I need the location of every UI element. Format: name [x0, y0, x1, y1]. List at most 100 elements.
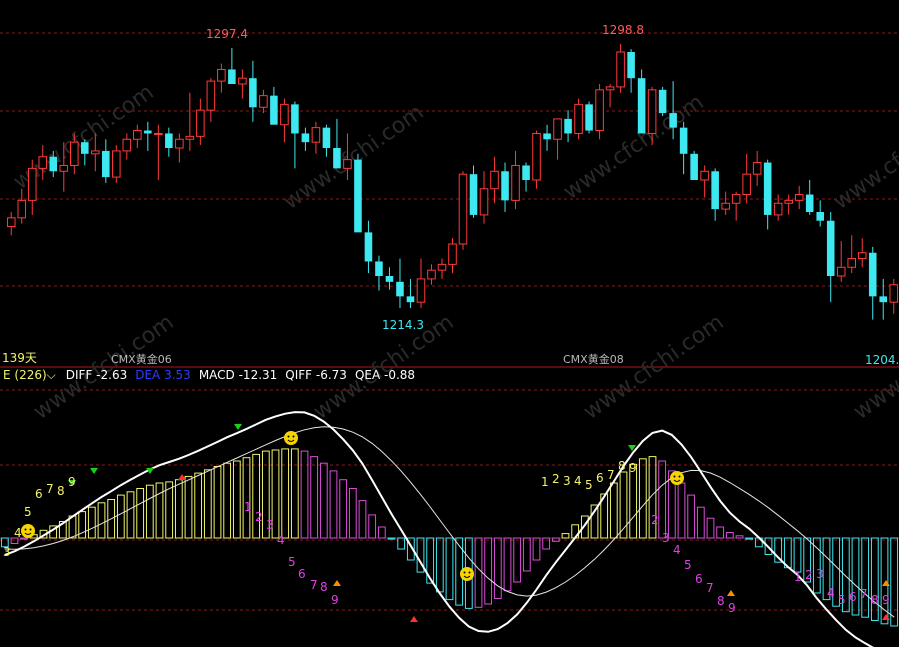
count-label: 7 [706, 581, 714, 595]
candle-body [690, 153, 698, 180]
candle [836, 241, 846, 282]
candle-body [763, 162, 772, 215]
candle [333, 118, 341, 169]
candle-body [364, 232, 373, 262]
candle-body [700, 170, 709, 181]
count-label: 6 [596, 471, 604, 485]
candle-body [448, 243, 457, 265]
candle-body [217, 68, 226, 82]
count-label: 4 [14, 526, 22, 540]
count-label: 1 [244, 500, 252, 514]
count-label: 9 [629, 461, 637, 475]
candle [427, 264, 436, 285]
count-label: 8 [871, 593, 879, 607]
candle [627, 49, 635, 93]
macd-bar [155, 482, 164, 539]
macd-bar [503, 537, 512, 592]
count-label: 6 [695, 572, 703, 586]
candle-body [868, 252, 877, 297]
candle-body [847, 258, 857, 268]
candle [553, 118, 562, 160]
candle [102, 139, 110, 183]
candle-body [658, 89, 667, 114]
candle-body [238, 77, 247, 85]
macd-bar [474, 537, 483, 608]
count-label: 8 [717, 594, 725, 608]
watermark-text: www.cfchi.com [279, 100, 428, 215]
macd-bar [126, 491, 135, 539]
candle [501, 162, 509, 212]
count-label: 9 [331, 593, 339, 607]
dea-line [4, 426, 895, 618]
candle [731, 191, 741, 221]
macd-bar [677, 482, 686, 539]
arrow-up-icon [727, 590, 735, 596]
candle-body [175, 138, 184, 149]
count-label: 8 [618, 459, 626, 473]
candle-body [805, 194, 814, 212]
candle [217, 63, 226, 93]
candle [238, 69, 247, 99]
indicator-name[interactable]: E (226) [3, 368, 47, 382]
candle [416, 258, 426, 308]
candle-body [144, 130, 152, 134]
macd-bar [706, 517, 715, 539]
high-price-label-1: 1297.4 [206, 27, 248, 41]
count-label: 9 [882, 593, 890, 607]
candle [259, 89, 268, 114]
macd-bar [203, 469, 212, 539]
smiley-icon [284, 431, 298, 445]
count-label: 7 [310, 578, 318, 592]
candle-body [522, 165, 530, 180]
candle-body [490, 170, 499, 190]
candle-body [385, 276, 394, 282]
candle [133, 124, 142, 148]
candle-body [794, 194, 804, 201]
candle-body [595, 89, 604, 132]
candle-body [49, 156, 58, 172]
count-label: 9 [728, 601, 736, 615]
macd-bar [223, 462, 232, 539]
candle-body [343, 159, 352, 169]
macd-bar [890, 537, 899, 627]
count-label: 5 [24, 505, 32, 519]
macd-bar [281, 448, 290, 539]
candle-body [511, 164, 520, 201]
macd-histogram [0, 448, 899, 627]
candle [879, 278, 888, 320]
candle [291, 101, 299, 169]
arrow-up-icon [882, 580, 890, 586]
indicator-header: E (226)⌵ DIFF -2.63 DEA 3.53 MACD -12.31 QIF… [3, 368, 423, 382]
candle [175, 133, 184, 163]
candle [375, 255, 383, 291]
candle-body [81, 142, 89, 154]
candle [773, 194, 783, 221]
chevron-down-icon[interactable]: ⌵ [47, 368, 56, 382]
candle-body [857, 252, 867, 260]
candle [437, 258, 447, 279]
macd-bar [174, 479, 183, 539]
macd-bar [387, 537, 396, 540]
candle [637, 69, 646, 134]
count-label: 5 [838, 593, 846, 607]
candle [658, 86, 667, 116]
macd-bar [368, 514, 377, 539]
qiff-value: QIFF -6.73 [285, 368, 347, 382]
candle [144, 121, 152, 151]
count-label: 4 [673, 543, 681, 557]
candle-body [469, 174, 478, 215]
macd-bar [745, 537, 754, 540]
candle [206, 78, 216, 122]
candle-body [6, 217, 16, 228]
candle-body [731, 194, 741, 204]
macd-bar [310, 456, 319, 539]
contract-label-2: CMX黄金08 [563, 353, 624, 366]
candle [479, 171, 489, 224]
candle [522, 162, 530, 192]
candle [585, 101, 593, 134]
candle [448, 238, 457, 274]
count-label: 4 [827, 586, 835, 600]
macd-lines [4, 411, 895, 647]
candle [784, 194, 793, 215]
macd-value: MACD -12.31 [198, 368, 278, 382]
